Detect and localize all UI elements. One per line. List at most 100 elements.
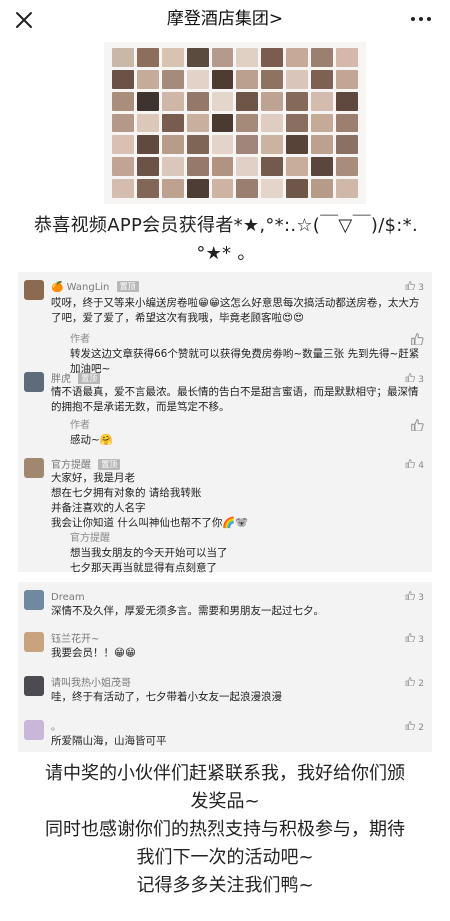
comment-item: 官方提醒 置顶 4 大家好，我是月老 想在七夕拥有对象的 请给我转账 并备注喜欢… (18, 458, 432, 574)
photo-thumbnail (211, 113, 234, 133)
photo-thumbnail (261, 113, 284, 133)
like-counter[interactable]: 2 (405, 721, 424, 734)
photo-thumbnail (161, 135, 184, 155)
reply-text: 想当我女朋友的今天开始可以当了 七夕那天再当就显得有点刻意了 (70, 546, 420, 576)
like-counter[interactable]: 3 (405, 591, 424, 604)
closing-text: 请中奖的小伙伴们赶紧联系我，我好给你们颁 发奖品~ 同时也感谢你们的热烈支持与积… (10, 760, 440, 900)
thumbs-up-icon[interactable] (405, 459, 416, 469)
photo-thumbnail (186, 48, 209, 67)
closing-line-3: 同时也感谢你们的热烈支持与积极参与，期待 (45, 819, 405, 840)
photo-thumbnail (236, 113, 259, 133)
photo-thumbnail (261, 135, 284, 155)
comment-item: 钰兰花开~ 3 我要会员！！😁😁 (18, 632, 432, 668)
photo-grid (112, 48, 358, 198)
closing-line-5: 记得多多关注我们鸭~ (136, 875, 314, 896)
photo-thumbnail (186, 113, 209, 133)
headline-line-1: 恭喜视频APP会员获得者*★,°*:.☆(￣▽￣)/$:*. (34, 215, 418, 236)
thumbs-up-icon[interactable] (405, 633, 416, 643)
photo-thumbnail (311, 113, 334, 133)
photo-thumbnail (136, 48, 159, 67)
like-count: 2 (418, 679, 424, 689)
top-nav-bar: 摩登酒店集团> (0, 0, 450, 40)
photo-thumbnail (136, 157, 159, 177)
more-dots-icon[interactable] (406, 6, 436, 30)
photo-thumbnail (311, 91, 334, 111)
account-name[interactable]: 摩登酒店集团 (167, 9, 269, 29)
comment-text: 大家好，我是月老 想在七夕拥有对象的 请给我转账 并备注喜欢的人名字 我会让你知… (51, 471, 421, 531)
photo-thumbnail (336, 91, 358, 111)
comment-item: 🍊 WangLin 置顶 3 哎呀，终于又等来小编送房卷啦😁😁这怎么好意思每次搞… (18, 280, 432, 375)
comments-screenshot-1: 🍊 WangLin 置顶 3 哎呀，终于又等来小编送房卷啦😁😁这怎么好意思每次搞… (18, 272, 432, 574)
photo-thumbnail (211, 91, 234, 111)
like-counter[interactable]: 2 (405, 677, 424, 690)
photo-thumbnail (336, 157, 358, 177)
chevron-right-icon[interactable]: > (269, 9, 283, 29)
thumbs-up-icon[interactable] (405, 281, 416, 291)
photo-thumbnail (112, 48, 134, 67)
photo-thumbnail (286, 157, 309, 177)
comment-line: 我会让你知道 什么叫神仙也帮不了你🌈🐨 (51, 517, 249, 529)
photo-thumbnail (286, 48, 309, 67)
photo-thumbnail (186, 179, 209, 198)
thumbs-up-icon[interactable] (405, 373, 416, 383)
pinned-tag: 置顶 (116, 281, 139, 292)
photo-thumbnail (136, 135, 159, 155)
comment-line: 并备注喜欢的人名字 (51, 502, 146, 514)
thumbs-up-icon[interactable] (405, 677, 416, 687)
thumbs-up-icon[interactable] (405, 721, 416, 731)
photo-thumbnail (236, 69, 259, 89)
photo-thumbnail (336, 113, 358, 133)
photo-thumbnail (261, 48, 284, 67)
author-emoji: 🍊 (51, 282, 64, 293)
photo-thumbnail (336, 179, 358, 198)
photo-thumbnail (161, 157, 184, 177)
photo-thumbnail (336, 48, 358, 67)
like-counter[interactable]: 3 (405, 281, 424, 294)
photo-thumbnail (286, 69, 309, 89)
reply-thumbs-up-icon[interactable] (410, 333, 424, 345)
comment-author: 。 (51, 722, 61, 733)
photo-thumbnail (311, 69, 334, 89)
like-count: 2 (418, 723, 424, 733)
photo-thumbnail (286, 113, 309, 133)
photo-thumbnail (261, 179, 284, 198)
comment-item: 。 2 所爱隔山海，山海皆可平 (18, 720, 432, 750)
photo-thumbnail (112, 113, 134, 133)
photo-thumbnail (112, 91, 134, 111)
photo-thumbnail (286, 179, 309, 198)
closing-line-2: 发奖品~ (190, 791, 260, 812)
closing-line-1: 请中奖的小伙伴们赶紧联系我，我好给你们颁 (45, 763, 405, 784)
avatar (24, 280, 44, 300)
avatar (24, 676, 44, 696)
photo-thumbnail (336, 69, 358, 89)
reply-author: 官方提醒 (70, 533, 110, 544)
reply-thumbs-up-icon[interactable] (410, 419, 424, 431)
photo-thumbnail (112, 69, 134, 89)
comment-text: 深情不及久伴，厚爱无须多言。需要和男朋友一起过七夕。 (51, 605, 324, 617)
reply-text: 感动~🤗 (70, 434, 113, 446)
comment-author: 请叫我热小姐茂哥 (51, 678, 131, 689)
photo-thumbnail (311, 135, 334, 155)
comment-text: 情不语最真，爱不言最浓。最长情的告白不是甜言蜜语，而是默默相守；最深情的拥抱不是… (51, 386, 419, 413)
account-title-link[interactable]: 摩登酒店集团> (0, 8, 450, 30)
photo-thumbnail (236, 157, 259, 177)
photo-thumbnail (311, 179, 334, 198)
photo-thumbnail (211, 157, 234, 177)
comment-item: 胖虎 置顶 3 情不语最真，爱不言最浓。最长情的告白不是甜言蜜语，而是默默相守；… (18, 372, 432, 452)
avatar (24, 372, 44, 392)
reply-line: 七夕那天再当就显得有点刻意了 (70, 562, 217, 574)
comment-author: 🍊 WangLin 置顶 (51, 281, 139, 294)
thumbs-up-icon[interactable] (405, 591, 416, 601)
photo-thumbnail (311, 157, 334, 177)
photo-thumbnail (211, 69, 234, 89)
pinned-tag: 置顶 (78, 373, 101, 384)
reply-author: 作者 (70, 334, 90, 345)
author-name: WangLin (66, 282, 110, 293)
like-counter[interactable]: 3 (405, 633, 424, 646)
author-name: 胖虎 (51, 374, 71, 385)
avatar (24, 720, 44, 740)
photo-thumbnail (112, 179, 134, 198)
photo-thumbnail (161, 113, 184, 133)
photo-thumbnail (112, 157, 134, 177)
reply-author: 作者 (70, 420, 90, 431)
